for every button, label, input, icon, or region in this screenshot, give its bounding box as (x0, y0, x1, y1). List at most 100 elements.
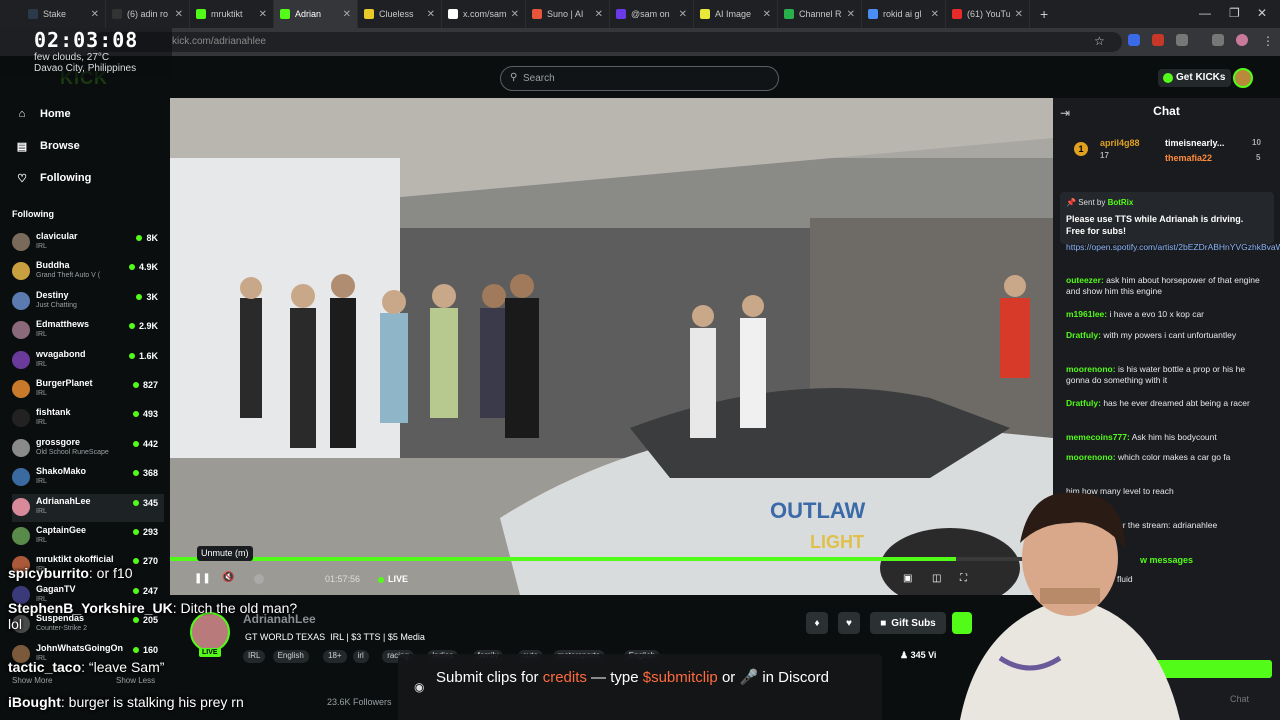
chat-username[interactable]: moorenono: (1066, 364, 1116, 374)
chat-username[interactable]: Dratfuly: (1066, 398, 1101, 408)
media-control-icon[interactable] (1212, 34, 1224, 46)
close-tab-icon[interactable]: ✕ (847, 9, 855, 20)
gifter-name[interactable]: april4g88 (1100, 138, 1140, 148)
browser-tab[interactable]: mruktikt ✕ (190, 0, 274, 28)
chat-username[interactable]: Dratfuly: (1066, 330, 1101, 340)
microphone-icon: 🎤 (739, 669, 759, 686)
channel-category: Old School RuneScape (36, 448, 109, 456)
extension-icon[interactable] (1152, 34, 1164, 46)
user-avatar[interactable] (1233, 68, 1253, 88)
mute-icon[interactable]: 🔇 (222, 572, 234, 583)
show-less-link[interactable]: Show Less (116, 676, 155, 685)
chat-text: Ask him his bodycount (1131, 432, 1217, 442)
chat-username[interactable]: outeezer: (1066, 275, 1104, 285)
browser-tab[interactable]: Adrian ✕ (274, 0, 358, 28)
stream-tag[interactable]: English (272, 650, 309, 663)
nav-home-label: Home (40, 108, 71, 120)
close-tab-icon[interactable]: ✕ (595, 9, 603, 20)
menu-dots-icon[interactable]: ⋮ (1262, 34, 1274, 48)
stream-tag[interactable]: IRL (243, 650, 266, 663)
maximize-icon[interactable]: ❐ (1229, 6, 1240, 20)
browser-tab[interactable]: Clueless ✕ (358, 0, 442, 28)
close-tab-icon[interactable]: ✕ (259, 9, 267, 20)
video-player[interactable]: OUTLAW LIGHT (170, 98, 1053, 595)
close-tab-icon[interactable]: ✕ (91, 9, 99, 20)
profile-avatar-icon[interactable] (1236, 34, 1248, 46)
show-more-link[interactable]: Show More (12, 676, 52, 685)
nav-following[interactable]: ♡ Following (16, 168, 91, 188)
channel-name: Buddha (36, 260, 70, 271)
browser-tab[interactable]: (61) YouTu ✕ (946, 0, 1030, 28)
nav-home[interactable]: ⌂ Home (16, 104, 71, 124)
close-tab-icon[interactable]: ✕ (511, 9, 519, 20)
volume-slider-knob[interactable] (254, 574, 264, 584)
notification-bell-button[interactable]: ♦ (806, 612, 828, 634)
chat-username[interactable]: m1961lee: (1066, 309, 1107, 319)
following-channel[interactable]: Destiny Just Chatting 3K (12, 288, 164, 316)
close-tab-icon[interactable]: ✕ (763, 9, 771, 20)
extension-icon[interactable] (1128, 34, 1140, 46)
browse-icon: ▤ (16, 140, 28, 153)
stream-tag[interactable]: 18+ (323, 650, 347, 663)
browser-tab[interactable]: @sam on ✕ (610, 0, 694, 28)
channel-name: BurgerPlanet (36, 378, 93, 388)
nav-browse[interactable]: ▤ Browse (16, 136, 80, 156)
streamer-avatar[interactable] (190, 612, 230, 652)
browser-tab[interactable]: AI Image ✕ (694, 0, 778, 28)
gifter-name[interactable]: themafia22 (1165, 153, 1212, 163)
pause-icon[interactable]: ❚❚ (194, 573, 211, 584)
following-channel[interactable]: fishtank IRL 493 (12, 405, 164, 433)
channel-avatar (12, 409, 30, 428)
gifter-count: 10 (1252, 138, 1261, 147)
following-channel[interactable]: ShakoMako IRL 368 (12, 464, 164, 492)
following-channel[interactable]: wvagabond IRL 1.6K (12, 347, 164, 375)
video-progress-bar[interactable] (170, 557, 1053, 561)
chat-send-button[interactable]: Chat (1230, 694, 1249, 704)
browser-tab[interactable]: x.com/sam ✕ (442, 0, 526, 28)
gift-subs-button[interactable]: ■ Gift Subs (870, 612, 946, 634)
gifter-name[interactable]: timeisnearly... (1165, 138, 1224, 148)
microphone-icon: ◉ (414, 680, 425, 694)
close-tab-icon[interactable]: ✕ (931, 9, 939, 20)
get-kicks-button[interactable]: Get KICKs (1158, 69, 1232, 87)
close-tab-icon[interactable]: ✕ (1015, 9, 1023, 20)
following-channel[interactable]: Edmatthews IRL 2.9K (12, 317, 164, 345)
extensions-puzzle-icon[interactable] (1176, 34, 1188, 46)
following-channel[interactable]: Buddha Grand Theft Auto V (4.9K (12, 258, 164, 286)
close-window-icon[interactable]: ✕ (1257, 6, 1267, 20)
following-channel[interactable]: clavicular IRL 8K (12, 229, 164, 257)
address-bar[interactable]: kick.com/adrianahlee (92, 32, 1122, 52)
browser-tab[interactable]: Channel R ✕ (778, 0, 862, 28)
close-tab-icon[interactable]: ✕ (427, 9, 435, 20)
bookmark-star-icon[interactable]: ☆ (1094, 34, 1106, 48)
following-channel[interactable]: BurgerPlanet IRL 827 (12, 376, 164, 404)
browser-tab[interactable]: (6) adin ro ✕ (106, 0, 190, 28)
browser-tab[interactable]: Stake ✕ (22, 0, 106, 28)
webcam-overlay (940, 488, 1195, 720)
channel-name: JohnWhatsGoingOn (36, 642, 123, 653)
close-tab-icon[interactable]: ✕ (343, 9, 351, 20)
following-channel[interactable]: CaptainGee IRL 293 (12, 523, 164, 551)
following-channel[interactable]: grossgore Old School RuneScape 442 (12, 435, 164, 463)
following-channel[interactable]: AdrianahLee IRL 345 (12, 493, 164, 522)
close-tab-icon[interactable]: ✕ (679, 9, 687, 20)
tab-favicon-icon (364, 9, 374, 19)
clip-icon[interactable]: ▣ (903, 573, 912, 584)
channel-viewer-count: 1.6K (129, 351, 158, 361)
chat-title: Chat (1153, 104, 1180, 118)
close-tab-icon[interactable]: ✕ (175, 9, 183, 20)
heart-icon: ♡ (17, 172, 27, 185)
stream-tag[interactable]: irl (352, 650, 369, 663)
minimize-icon[interactable]: — (1199, 6, 1211, 20)
nav-browse-label: Browse (40, 140, 80, 152)
search-input[interactable]: ⚲ Search (500, 66, 779, 91)
chat-username[interactable]: memecoins777: (1066, 432, 1130, 442)
browser-tab[interactable]: Suno | AI ✕ (526, 0, 610, 28)
tab-favicon-icon (616, 9, 626, 19)
get-kicks-label: Get KICKs (1176, 72, 1226, 83)
new-tab-icon[interactable]: + (1040, 6, 1048, 22)
follow-heart-button[interactable]: ♥ (838, 612, 860, 634)
tab-label: AI Image (715, 9, 752, 19)
browser-tab[interactable]: rokid ai gl ✕ (862, 0, 946, 28)
chat-username[interactable]: moorenono: (1066, 452, 1116, 462)
